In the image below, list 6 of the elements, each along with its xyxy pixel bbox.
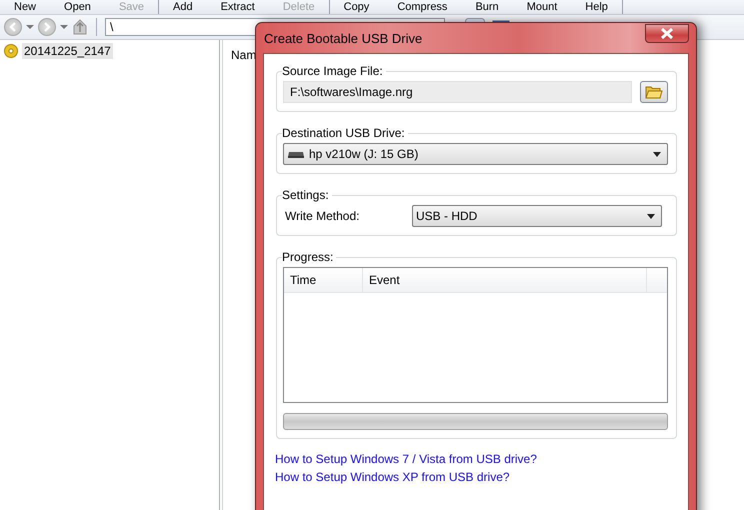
write-method-label: Write Method:: [284, 209, 360, 223]
group-label: Source Image File:: [282, 64, 384, 78]
group-label: Progress:: [282, 250, 334, 264]
group-label: Destination USB Drive:: [282, 126, 406, 140]
dialog-title: Create Bootable USB Drive: [263, 30, 422, 46]
group-label: Settings:: [282, 188, 330, 202]
